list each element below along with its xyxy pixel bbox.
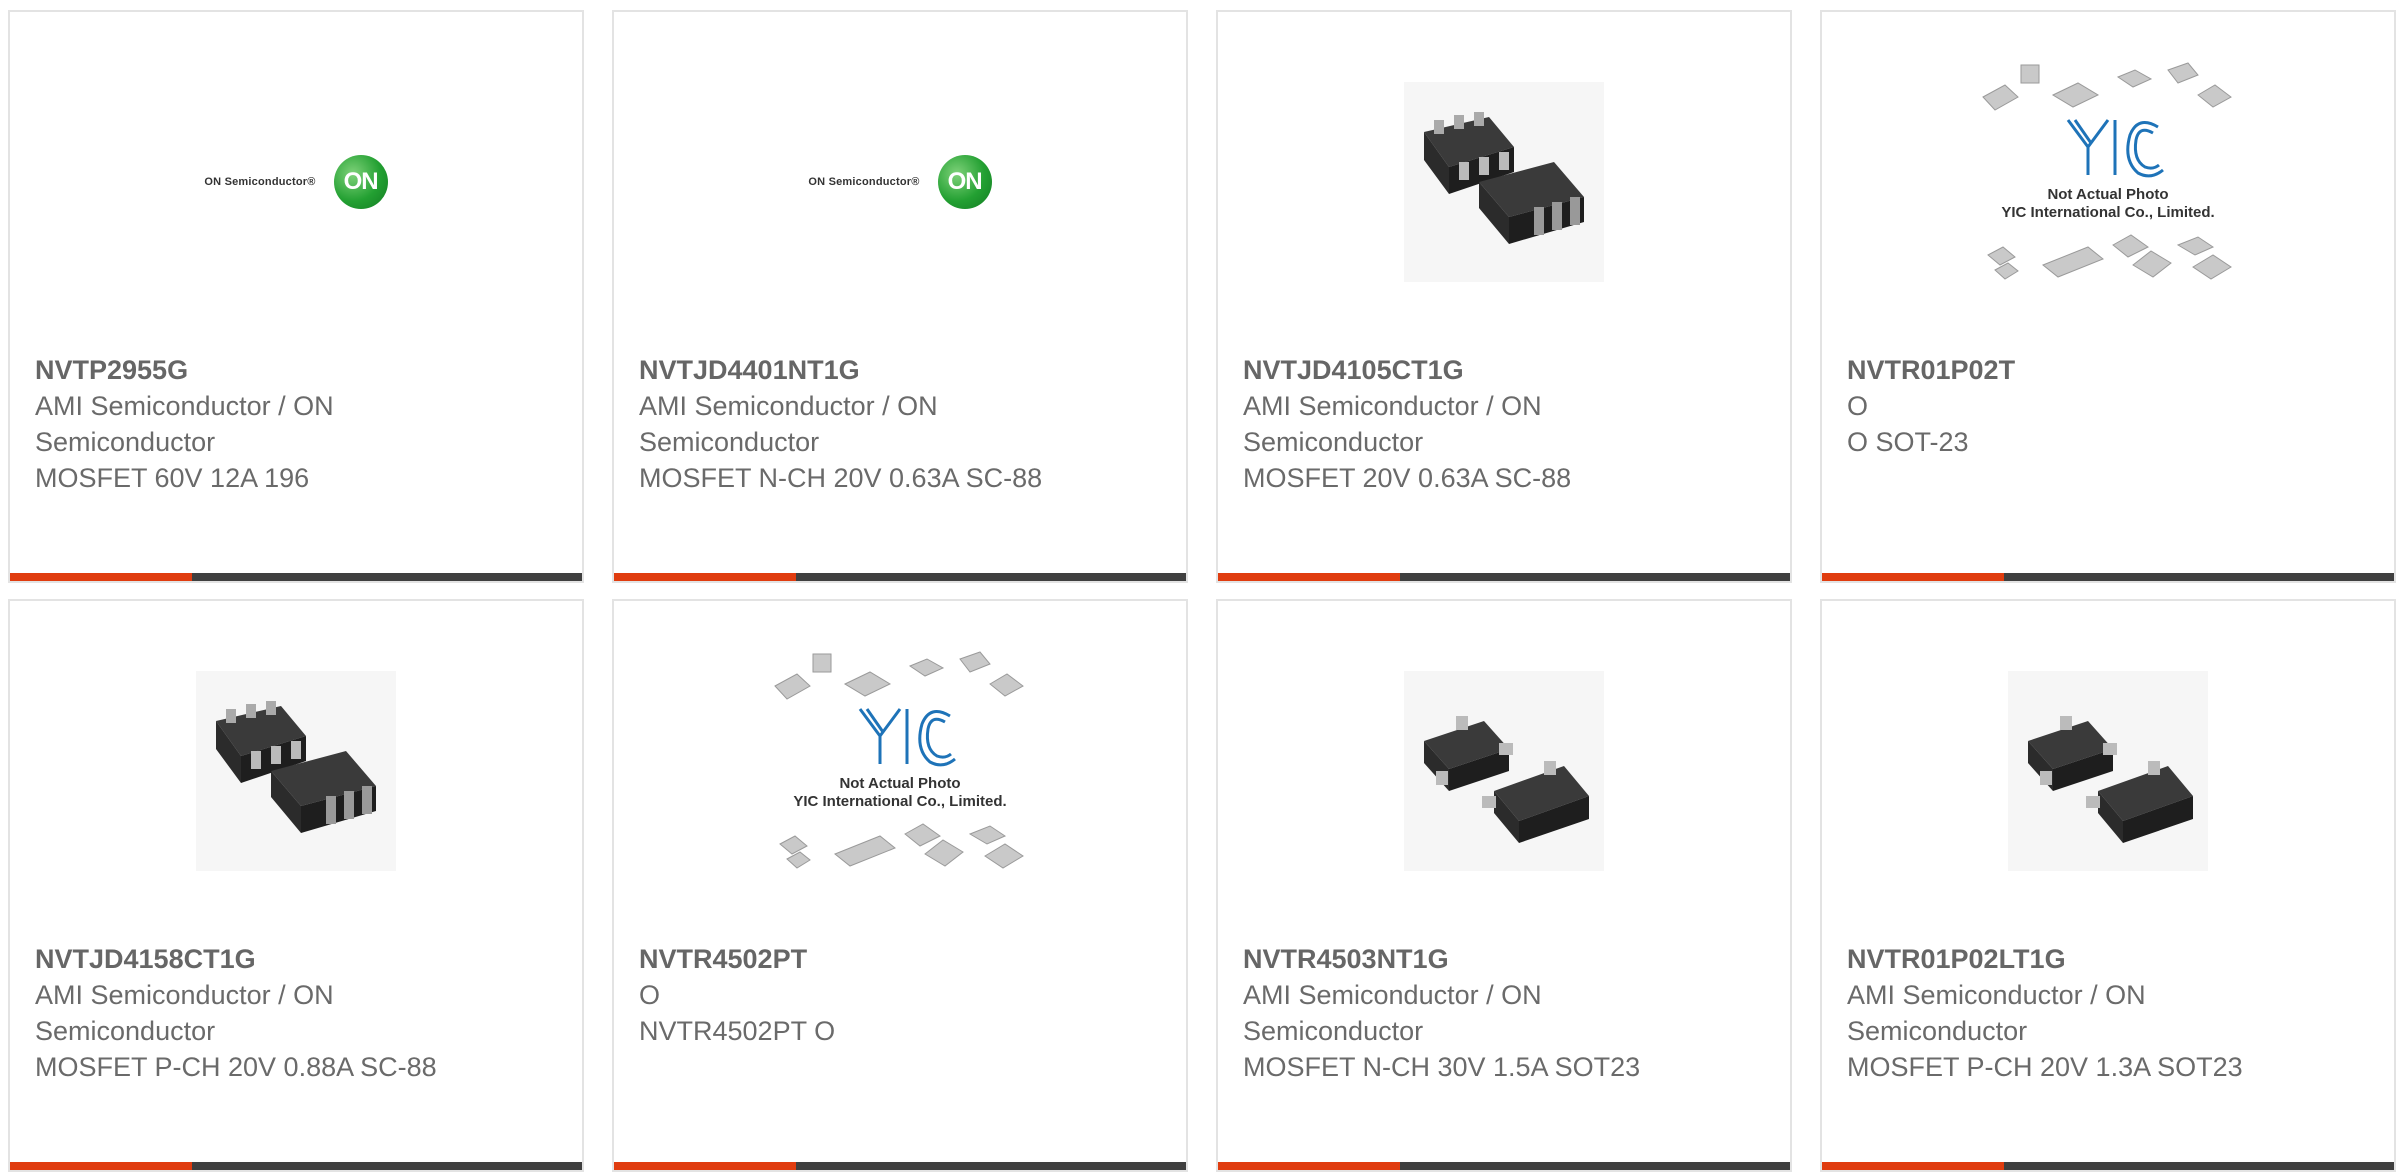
product-card[interactable]: ON Semiconductor® ON NVTP2955G AMI Semic…: [8, 10, 584, 583]
product-card[interactable]: NVTR01P02LT1G AMI Semiconductor / ON Sem…: [1820, 599, 2396, 1172]
card-footer-bar: [1218, 573, 1790, 581]
sc88-package-photo: [196, 671, 396, 871]
svg-text:Not Actual Photo: Not Actual Photo: [2047, 186, 2168, 203]
manufacturer: AMI Semiconductor / ON Semiconductor: [35, 980, 334, 1046]
description: MOSFET P-CH 20V 1.3A SOT23: [1847, 1052, 2243, 1082]
description: MOSFET P-CH 20V 0.88A SC-88: [35, 1052, 437, 1082]
product-image[interactable]: ON Semiconductor® ON: [10, 12, 582, 352]
part-number[interactable]: NVTJD4105CT1G: [1243, 352, 1765, 388]
sot23-package-photo: [1404, 671, 1604, 871]
part-number[interactable]: NVTR01P02T: [1847, 352, 2369, 388]
card-footer-bar: [10, 1162, 582, 1170]
part-number[interactable]: NVTP2955G: [35, 352, 557, 388]
yic-placeholder-image: Not Actual Photo YIC International Co., …: [1973, 55, 2243, 310]
manufacturer: AMI Semiconductor / ON Semiconductor: [1847, 980, 2146, 1046]
part-number[interactable]: NVTR01P02LT1G: [1847, 941, 2369, 977]
product-image[interactable]: Not Actual Photo YIC International Co., …: [1822, 12, 2394, 352]
svg-text:YIC International Co., Limited: YIC International Co., Limited.: [793, 793, 1006, 810]
yic-placeholder-image: Not Actual Photo YIC International Co., …: [765, 644, 1035, 899]
card-footer-bar: [10, 573, 582, 581]
product-image[interactable]: [1822, 601, 2394, 941]
product-card[interactable]: NVTJD4158CT1G AMI Semiconductor / ON Sem…: [8, 599, 584, 1172]
manufacturer: AMI Semiconductor / ON Semiconductor: [1243, 980, 1542, 1046]
description: MOSFET 20V 0.63A SC-88: [1243, 463, 1572, 493]
product-card[interactable]: NVTR4503NT1G AMI Semiconductor / ON Semi…: [1216, 599, 1792, 1172]
description: MOSFET 60V 12A 196: [35, 463, 310, 493]
card-footer-bar: [614, 573, 1186, 581]
part-number[interactable]: NVTJD4401NT1G: [639, 352, 1161, 388]
manufacturer: AMI Semiconductor / ON Semiconductor: [639, 391, 938, 457]
sc88-package-photo: [1404, 82, 1604, 282]
card-footer-bar: [1822, 1162, 2394, 1170]
card-footer-bar: [614, 1162, 1186, 1170]
manufacturer: O: [1847, 391, 1869, 421]
part-number[interactable]: NVTR4502PT: [639, 941, 1161, 977]
manufacturer: O: [639, 980, 661, 1010]
product-image[interactable]: Not Actual Photo YIC International Co., …: [614, 601, 1186, 941]
manufacturer: AMI Semiconductor / ON Semiconductor: [35, 391, 334, 457]
product-grid: ON Semiconductor® ON NVTP2955G AMI Semic…: [0, 0, 2400, 1172]
product-card[interactable]: Not Actual Photo YIC International Co., …: [612, 599, 1188, 1172]
card-footer-bar: [1218, 1162, 1790, 1170]
product-image[interactable]: ON Semiconductor® ON: [614, 12, 1186, 352]
on-semiconductor-logo: ON Semiconductor® ON: [204, 155, 388, 209]
part-number[interactable]: NVTR4503NT1G: [1243, 941, 1765, 977]
product-card[interactable]: Not Actual Photo YIC International Co., …: [1820, 10, 2396, 583]
part-number[interactable]: NVTJD4158CT1G: [35, 941, 557, 977]
svg-text:Not Actual Photo: Not Actual Photo: [839, 775, 960, 792]
product-card[interactable]: ON Semiconductor® ON NVTJD4401NT1G AMI S…: [612, 10, 1188, 583]
description: MOSFET N-CH 20V 0.63A SC-88: [639, 463, 1043, 493]
description: NVTR4502PT O: [639, 1016, 836, 1046]
sot23-package-photo: [2008, 671, 2208, 871]
manufacturer: AMI Semiconductor / ON Semiconductor: [1243, 391, 1542, 457]
product-image[interactable]: [1218, 12, 1790, 352]
description: O SOT-23: [1847, 427, 1969, 457]
svg-text:YIC International Co., Limited: YIC International Co., Limited.: [2001, 204, 2214, 221]
product-image[interactable]: [10, 601, 582, 941]
card-footer-bar: [1822, 573, 2394, 581]
product-image[interactable]: [1218, 601, 1790, 941]
on-semiconductor-logo: ON Semiconductor® ON: [808, 155, 992, 209]
description: MOSFET N-CH 30V 1.5A SOT23: [1243, 1052, 1641, 1082]
product-card[interactable]: NVTJD4105CT1G AMI Semiconductor / ON Sem…: [1216, 10, 1792, 583]
